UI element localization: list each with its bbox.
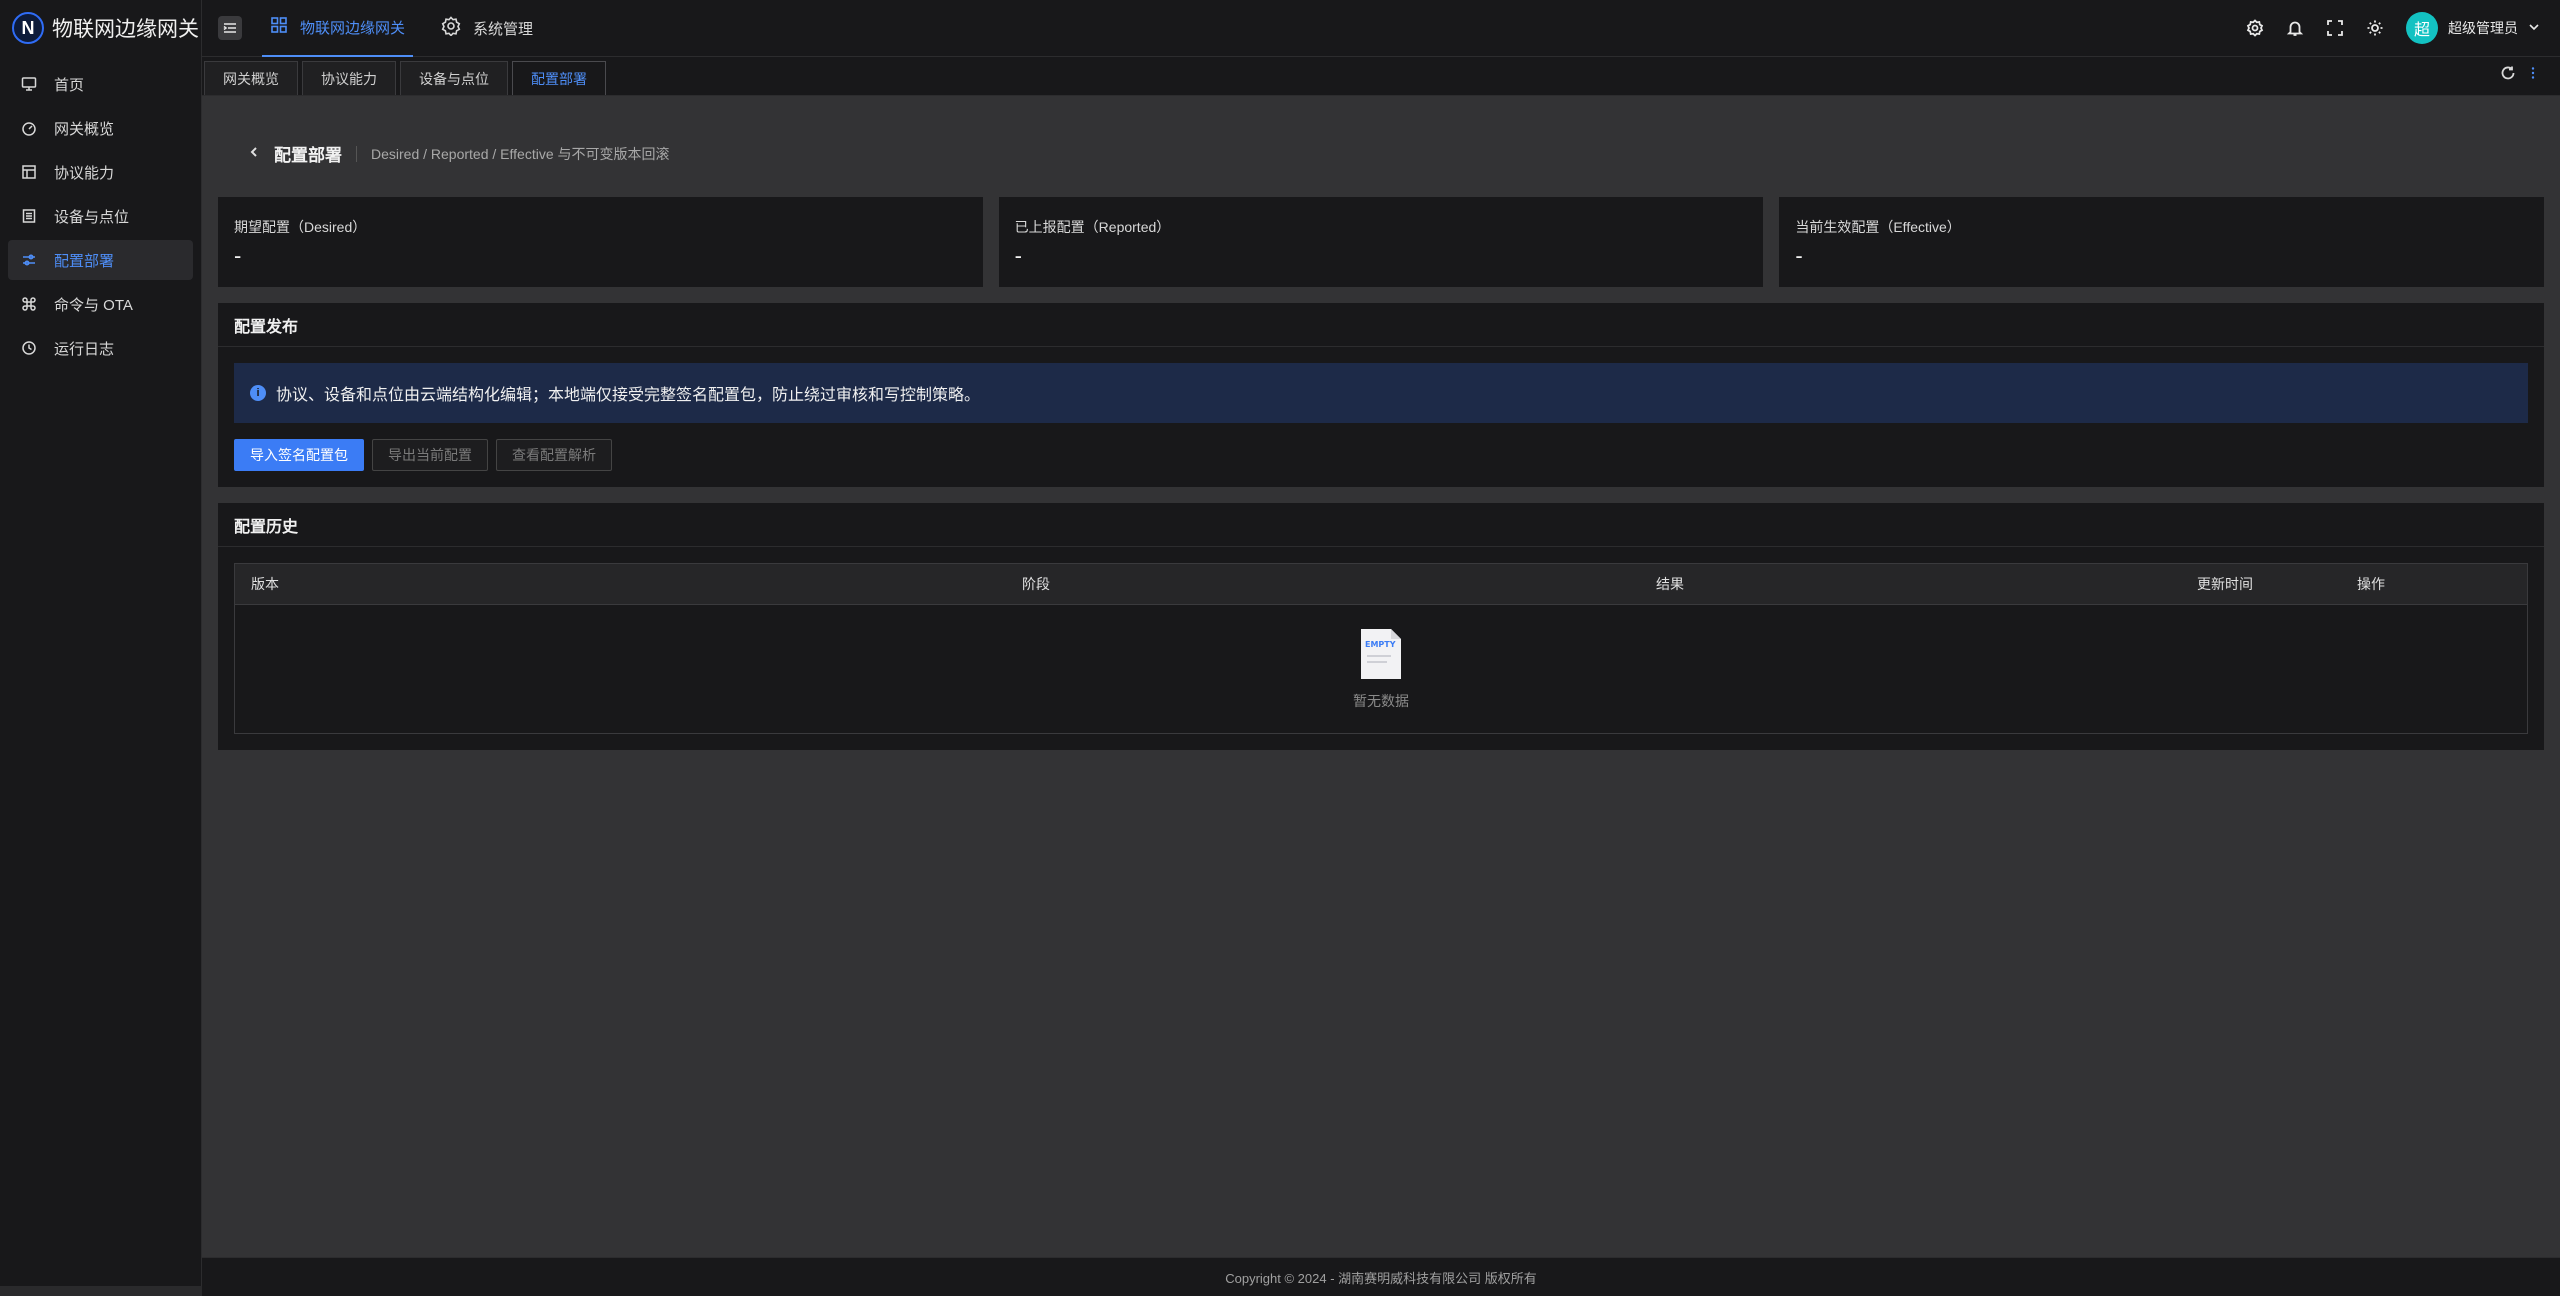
refresh-icon[interactable] [2500,65,2516,86]
top-header: 物联网边缘网关 系统管理 超 超级管理员 [202,0,2560,57]
back-arrow-icon[interactable] [248,145,260,163]
page-title: 配置部署 [274,146,342,165]
alert-text: 协议、设备和点位由云端结构化编辑；本地端仅接受完整签名配置包，防止绕过审核和写控… [276,387,981,404]
card-value: - [234,243,242,268]
view-config-parse-button[interactable]: 查看配置解析 [496,439,612,471]
sidebar-item-label: 协议能力 [54,164,115,182]
sidebar-scrollbar[interactable] [0,1286,202,1296]
info-icon: i [250,385,266,401]
more-vertical-icon[interactable] [2530,65,2536,86]
list-icon [20,207,38,225]
top-menu-system[interactable]: 系统管理 [433,0,541,57]
config-status-cards: 期望配置（Desired） - 已上报配置（Reported） - 当前生效配置… [218,197,2545,287]
footer: Copyright © 2024 - 湖南赛明威科技有限公司 版权所有 [202,1257,2560,1296]
reported-config-card: 已上报配置（Reported） - [998,197,1764,287]
top-menu-label: 物联网边缘网关 [300,19,406,37]
main-content: 配置部署 Desired / Reported / Effective 与不可变… [202,96,2560,1257]
sidebar-item-label: 配置部署 [54,252,115,270]
info-alert: i 协议、设备和点位由云端结构化编辑；本地端仅接受完整签名配置包，防止绕过审核和… [234,363,2528,423]
card-label: 期望配置（Desired） [234,219,367,235]
card-label: 当前生效配置（Effective） [1795,219,1961,235]
sidebar-item-config-deploy[interactable]: 配置部署 [8,240,193,280]
sidebar-item-logs[interactable]: 运行日志 [8,328,193,368]
col-updated-time: 更新时间 [2197,576,2253,592]
desired-config-card: 期望配置（Desired） - [218,197,983,287]
copyright-text: Copyright © 2024 - 湖南赛明威科技有限公司 版权所有 [1225,1270,1537,1286]
panel-title: 配置历史 [218,503,2544,547]
fullscreen-icon[interactable] [2326,19,2344,37]
sidebar-item-label: 首页 [54,76,85,94]
effective-config-card: 当前生效配置（Effective） - [1779,197,2545,287]
panel-title: 配置发布 [218,303,2544,347]
publish-actions: 导入签名配置包 导出当前配置 查看配置解析 [234,439,2528,471]
tabbar-actions [2500,56,2560,95]
empty-text: 暂无数据 [1353,693,1409,709]
top-menu-label: 系统管理 [473,20,534,38]
sidebar-item-protocol[interactable]: 协议能力 [8,152,193,192]
card-label: 已上报配置（Reported） [1014,219,1171,235]
empty-state: EMPTY 暂无数据 [235,605,2527,733]
header-actions: 超 超级管理员 [2246,12,2560,44]
menu-fold-icon [223,23,236,33]
sidebar-item-home[interactable]: 首页 [8,64,193,104]
sidebar-item-label: 网关概览 [54,120,115,138]
sidebar-item-label: 运行日志 [54,340,115,358]
sidebar-item-command-ota[interactable]: 命令与 OTA [8,284,193,324]
card-value: - [1014,243,1022,268]
bell-icon[interactable] [2286,19,2304,37]
monitor-icon [20,75,38,93]
clock-icon [20,339,38,357]
layout-icon [20,163,38,181]
import-signed-package-button[interactable]: 导入签名配置包 [234,439,364,471]
sidebar-item-devices[interactable]: 设备与点位 [8,196,193,236]
export-config-button[interactable]: 导出当前配置 [372,439,488,471]
sidebar-item-label: 设备与点位 [54,208,130,226]
gear-icon [441,16,461,40]
empty-file-icon: EMPTY [1361,629,1401,679]
sidebar-nav: 首页 网关概览 协议能力 设备与点位 配置部署 命令与 OTA 运行日志 [0,56,201,380]
col-actions: 操作 [2357,576,2385,592]
top-menu-gateway[interactable]: 物联网边缘网关 [262,0,414,57]
sidebar-item-gateway-overview[interactable]: 网关概览 [8,108,193,148]
page-subtitle: Desired / Reported / Effective 与不可变版本回滚 [371,145,670,162]
tab-config-deploy[interactable]: 配置部署 [512,61,606,95]
page-tabbar: 网关概览 协议能力 设备与点位 配置部署 [202,57,2560,96]
card-value: - [1795,243,1803,268]
brand[interactable]: N 物联网边缘网关 [0,0,201,56]
tab-devices[interactable]: 设备与点位 [400,61,508,95]
page-header: 配置部署 Desired / Reported / Effective 与不可变… [218,96,2544,197]
col-result: 结果 [1656,576,1684,592]
sidebar-item-label: 命令与 OTA [54,296,133,314]
grid-icon [270,16,288,38]
sliders-icon [20,251,38,269]
brand-title: 物联网边缘网关 [52,18,199,41]
dashboard-icon [20,119,38,137]
brand-logo: N [12,12,44,44]
title-divider [356,145,357,162]
user-menu[interactable]: 超 超级管理员 [2406,12,2540,44]
config-history-panel: 配置历史 版本 阶段 结果 更新时间 操作 EMPTY 暂无数据 [218,503,2544,750]
theme-sun-icon[interactable] [2366,19,2384,37]
tab-gateway-overview[interactable]: 网关概览 [204,61,298,95]
user-name: 超级管理员 [2448,20,2518,36]
chevron-down-icon [2528,20,2540,36]
config-publish-panel: 配置发布 i 协议、设备和点位由云端结构化编辑；本地端仅接受完整签名配置包，防止… [218,303,2544,487]
sidebar-collapse-button[interactable] [218,16,242,40]
history-table: 版本 阶段 结果 更新时间 操作 EMPTY 暂无数据 [234,563,2528,734]
tab-protocol[interactable]: 协议能力 [302,61,396,95]
avatar: 超 [2406,12,2438,44]
settings-icon[interactable] [2246,19,2264,37]
sidebar: N 物联网边缘网关 首页 网关概览 协议能力 设备与点位 配置部署 命令与 OT… [0,0,202,1296]
table-header: 版本 阶段 结果 更新时间 操作 [235,564,2527,605]
command-icon [20,295,38,313]
empty-badge: EMPTY [1365,640,1396,649]
